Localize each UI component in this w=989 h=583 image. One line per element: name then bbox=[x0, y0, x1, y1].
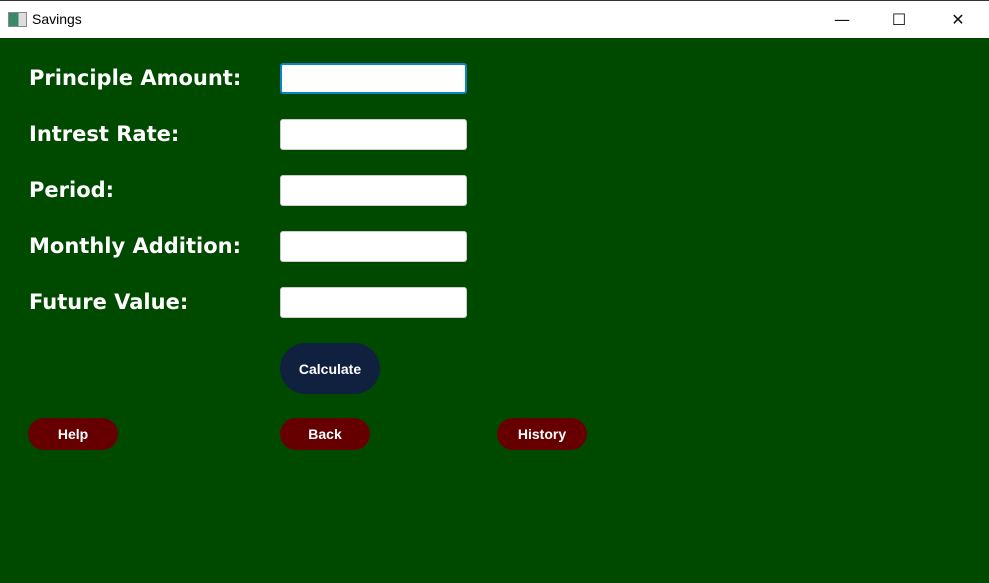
close-button[interactable]: ✕ bbox=[935, 1, 981, 38]
history-button[interactable]: History bbox=[497, 418, 587, 450]
interest-rate-label: Intrest Rate: bbox=[29, 122, 180, 146]
calculate-button[interactable]: Calculate bbox=[280, 343, 380, 394]
future-value-input[interactable] bbox=[280, 287, 467, 318]
maximize-button[interactable]: ☐ bbox=[876, 1, 922, 38]
period-label: Period: bbox=[29, 178, 115, 202]
interest-rate-input[interactable] bbox=[280, 119, 467, 150]
window-title: Savings bbox=[32, 11, 82, 27]
monthly-addition-label: Monthly Addition: bbox=[29, 234, 241, 258]
minimize-button[interactable]: — bbox=[819, 1, 865, 38]
principle-amount-label: Principle Amount: bbox=[29, 66, 242, 90]
period-input[interactable] bbox=[280, 175, 467, 206]
help-button[interactable]: Help bbox=[28, 418, 118, 450]
app-icon bbox=[8, 12, 27, 27]
title-bar: Savings — ☐ ✕ bbox=[0, 0, 989, 38]
future-value-label: Future Value: bbox=[29, 290, 189, 314]
principle-amount-input[interactable] bbox=[280, 63, 467, 94]
monthly-addition-input[interactable] bbox=[280, 231, 467, 262]
back-button[interactable]: Back bbox=[280, 418, 370, 450]
